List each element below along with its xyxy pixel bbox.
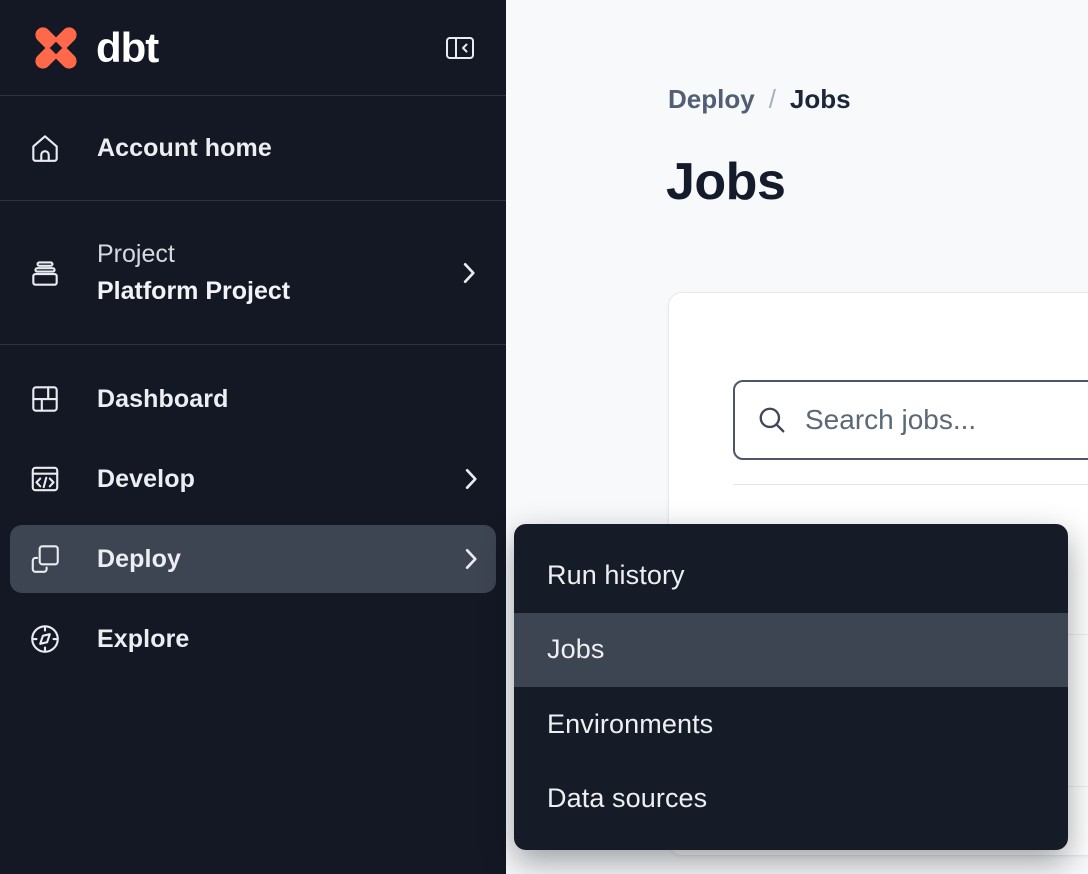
dbt-logo[interactable]: dbt (28, 21, 158, 75)
project-text: Project Platform Project (97, 240, 428, 306)
explore-icon (28, 622, 62, 656)
breadcrumb: Deploy / Jobs (668, 84, 851, 115)
sidebar-header: dbt (0, 0, 506, 96)
sidebar-item-label: Explore (97, 625, 478, 654)
sidebar-item-dashboard[interactable]: Dashboard (10, 359, 496, 439)
develop-icon (28, 462, 62, 496)
breadcrumb-deploy[interactable]: Deploy (668, 84, 755, 115)
chevron-right-icon (463, 262, 476, 284)
chevron-right-icon (465, 548, 478, 570)
sidebar-item-label: Dashboard (97, 385, 478, 414)
sidebar-item-label: Deploy (97, 545, 430, 574)
search-jobs-input[interactable] (805, 404, 1088, 436)
collapse-sidebar-icon (444, 32, 476, 64)
project-name: Platform Project (97, 277, 428, 306)
flyout-item-data-sources[interactable]: Data sources (514, 762, 1068, 837)
project-icon (28, 256, 62, 290)
deploy-flyout-menu: Run history Jobs Environments Data sourc… (514, 524, 1068, 850)
sidebar-item-account-home[interactable]: Account home (0, 96, 506, 201)
search-box (733, 380, 1088, 460)
sidebar-item-label: Account home (97, 134, 272, 163)
chevron-right-icon (465, 468, 478, 490)
breadcrumb-jobs: Jobs (790, 84, 851, 115)
home-icon (28, 131, 62, 165)
dbt-logo-wordmark: dbt (96, 27, 158, 69)
sidebar-nav: Dashboard Develop (0, 345, 506, 679)
flyout-item-jobs[interactable]: Jobs (514, 613, 1068, 688)
page-title: Jobs (666, 152, 785, 212)
sidebar: dbt Account home Proje (0, 0, 506, 874)
search-icon (757, 405, 787, 435)
card-divider (733, 484, 1088, 485)
collapse-sidebar-button[interactable] (444, 32, 476, 64)
sidebar-item-develop[interactable]: Develop (10, 439, 496, 519)
sidebar-item-deploy[interactable]: Deploy (10, 525, 496, 593)
dashboard-icon (28, 382, 62, 416)
breadcrumb-separator: / (769, 84, 776, 115)
sidebar-item-explore[interactable]: Explore (10, 599, 496, 679)
deploy-icon (28, 542, 62, 576)
sidebar-item-project[interactable]: Project Platform Project (0, 201, 506, 345)
sidebar-item-label: Develop (97, 465, 430, 494)
flyout-item-environments[interactable]: Environments (514, 687, 1068, 762)
flyout-item-run-history[interactable]: Run history (514, 538, 1068, 613)
project-kicker: Project (97, 240, 428, 269)
dbt-logo-icon (28, 21, 84, 75)
